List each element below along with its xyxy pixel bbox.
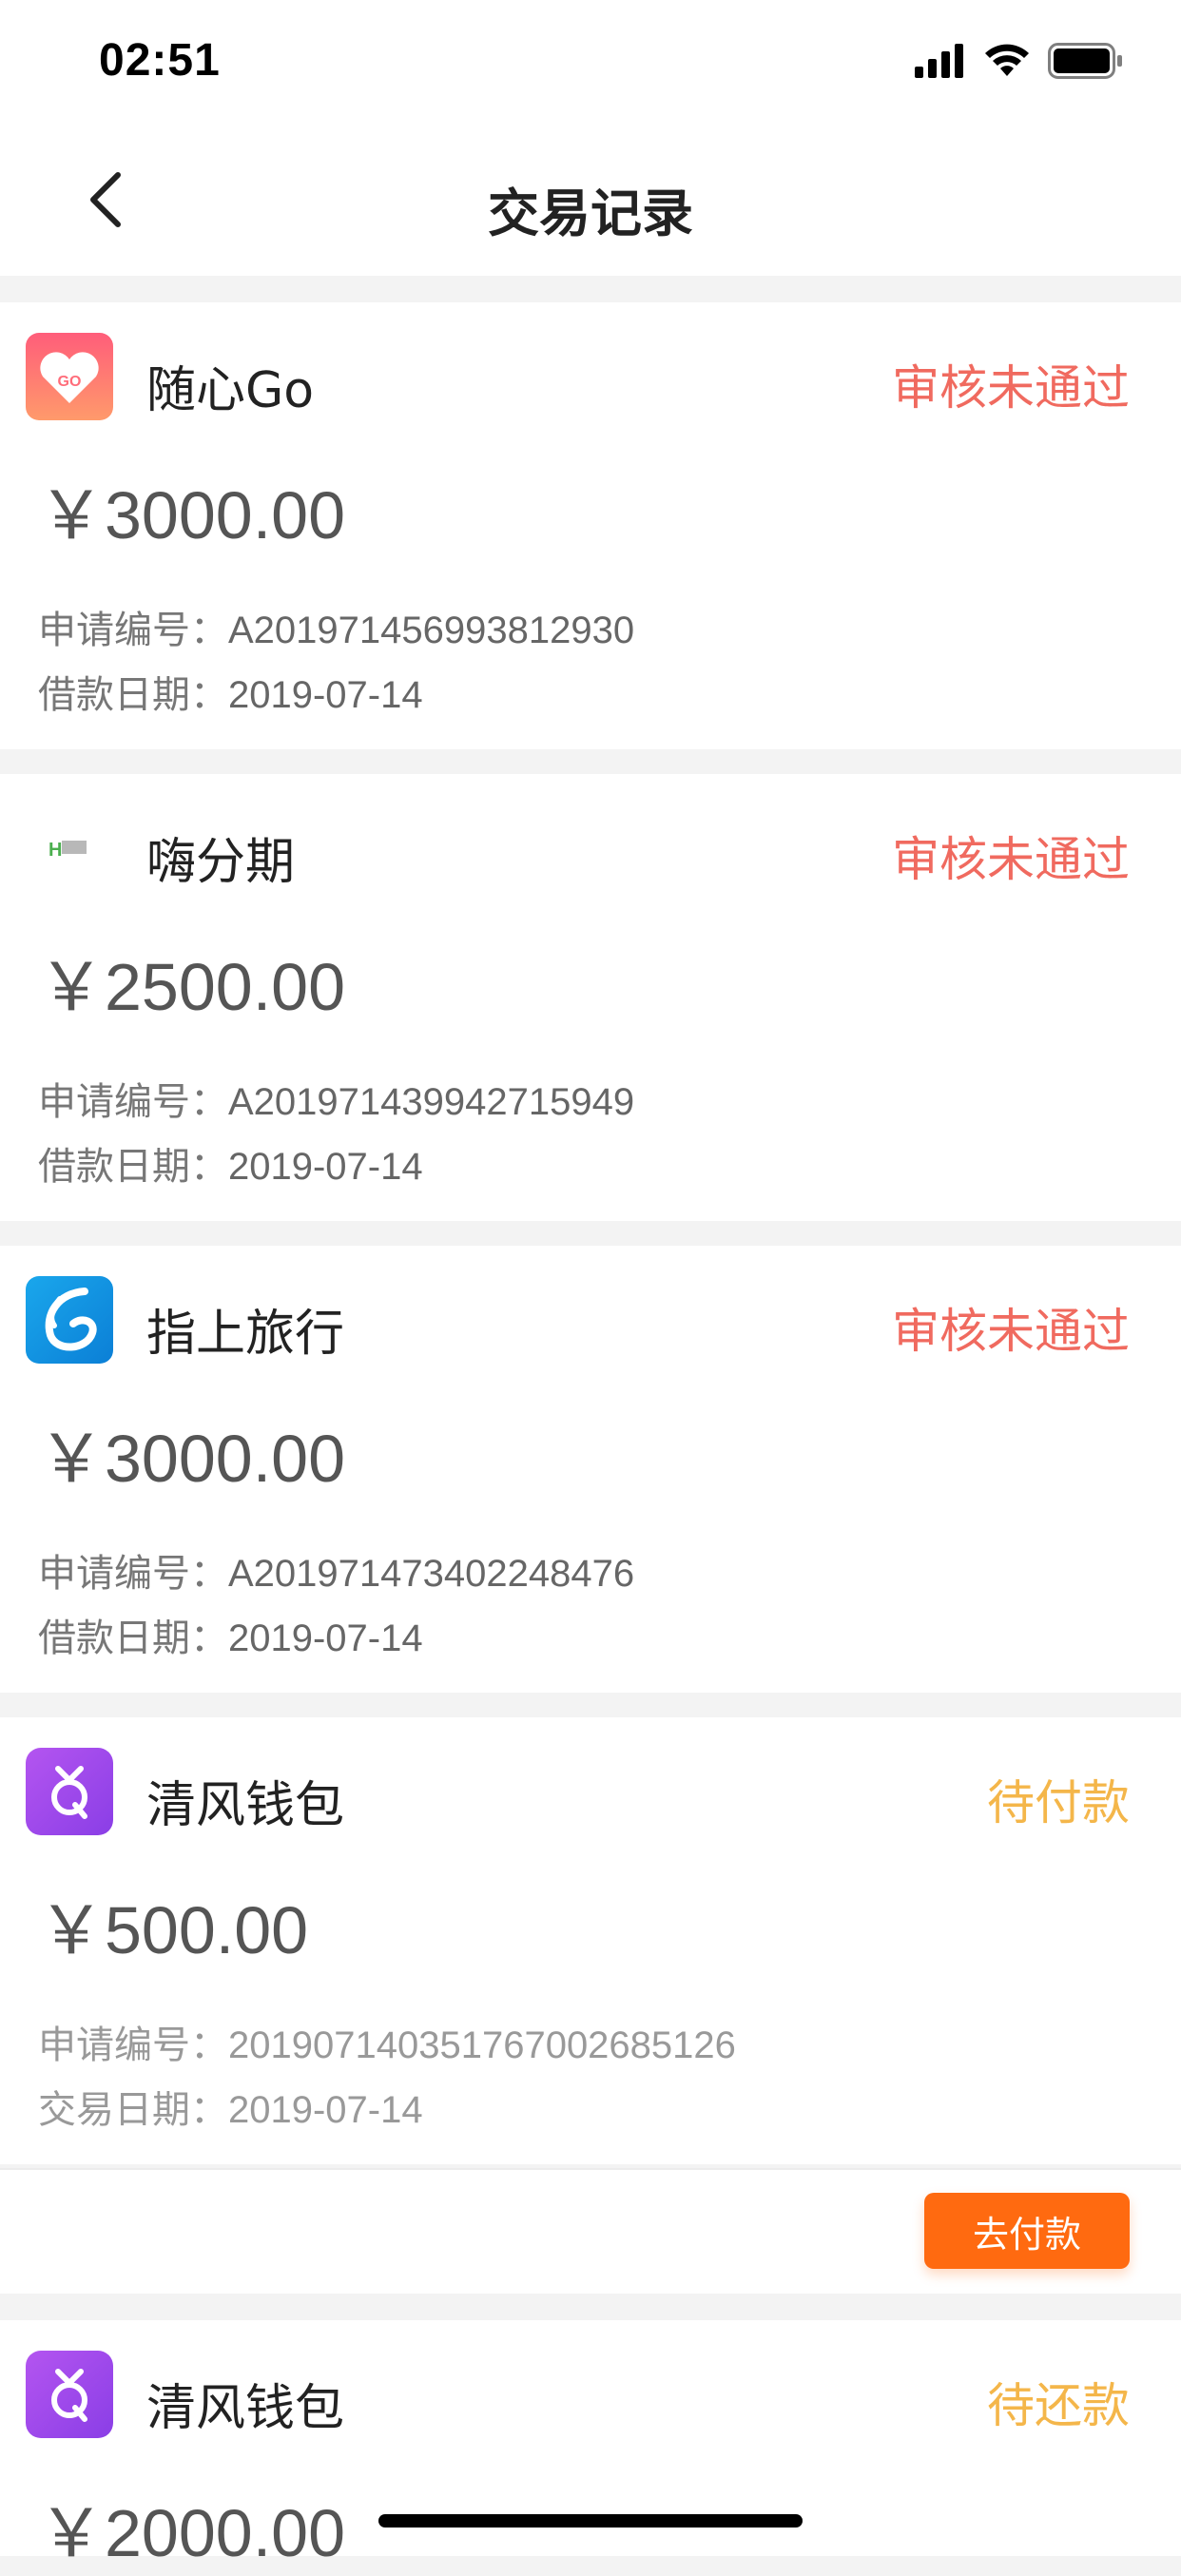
date-row: 借款日期：2019-07-14 [38,664,423,719]
merchant-name: 随心Go [146,362,315,419]
application-id-label: 申请编号： [38,1552,228,1596]
status-time: 02:51 [99,35,221,86]
transaction-card[interactable]: 指上旅行 审核未通过 ￥3000.00 申请编号：A20197147340224… [0,1246,1181,1693]
purple-q-icon [26,2351,113,2438]
date-row: 借款日期：2019-07-14 [38,1135,423,1191]
application-id-value: A201971473402248476 [228,1553,635,1595]
status-icons [915,42,1124,80]
page-title: 交易记录 [488,184,693,243]
date-label: 借款日期： [38,673,228,717]
hi-fenqi-icon: H [26,804,113,892]
home-indicator[interactable] [378,2514,803,2528]
amount: ￥2500.00 [38,950,346,1024]
application-id-row: 申请编号：A201971439942715949 [38,1071,634,1126]
application-id-row: 申请编号：20190714035176700268512​6 [38,2014,736,2069]
merchant-name: 清风钱包 [146,1777,345,1834]
application-id-value: A201971456993812930 [228,610,635,651]
date-value: 2019-07-14 [228,1617,423,1659]
application-id-label: 申请编号： [38,1080,228,1124]
merchant-name: 嗨分期 [146,834,296,891]
date-label: 交易日期： [38,2088,228,2132]
date-label: 借款日期： [38,1617,228,1660]
date-value: 2019-07-14 [228,2089,423,2131]
swirl-icon [26,1276,113,1364]
status-badge: 审核未通过 [892,360,1130,416]
cellular-signal-icon [915,44,963,78]
date-row: 交易日期：2019-07-14 [38,2079,423,2134]
application-id-value: 20190714035176700268512​6 [228,2024,736,2066]
merchant-name: 指上旅行 [146,1306,345,1363]
date-label: 借款日期： [38,1145,228,1189]
pay-button[interactable]: 去付款 [924,2193,1130,2269]
status-bar: 02:51 [0,0,1181,124]
status-badge: 待付款 [987,1775,1130,1830]
transaction-card[interactable]: 清风钱包 待付款 ￥500.00 申请编号：201907140351767002… [0,1717,1181,2164]
battery-icon [1048,43,1122,79]
wifi-icon [985,44,1029,76]
amount: ￥3000.00 [38,478,346,552]
svg-text:GO: GO [58,374,82,390]
nav-bar: 交易记录 [0,124,1181,276]
merchant-name: 清风钱包 [146,2380,345,2437]
status-badge: 待还款 [987,2378,1130,2433]
transaction-card[interactable]: H 嗨分期 审核未通过 ￥2500.00 申请编号：A2019714399427… [0,774,1181,1221]
application-id-row: 申请编号：A201971456993812930 [38,599,634,654]
application-id-value: A201971439942715949 [228,1081,635,1123]
heart-tag-icon: GO [26,333,113,420]
transaction-card[interactable]: GO 随心Go 审核未通过 ￥3000.00 申请编号：A20197145699… [0,302,1181,749]
date-value: 2019-07-14 [228,674,423,716]
purple-q-icon [26,1748,113,1835]
amount: ￥3000.00 [38,1422,346,1496]
card-action-bar: 去付款 [0,2168,1181,2294]
amount: ￥500.00 [38,1893,309,1967]
status-badge: 审核未通过 [892,832,1130,887]
application-id-label: 申请编号： [38,2024,228,2067]
date-value: 2019-07-14 [228,1146,423,1188]
date-row: 借款日期：2019-07-14 [38,1607,423,1662]
amount: ￥2000.00 [38,2496,346,2570]
status-badge: 审核未通过 [892,1304,1130,1359]
svg-text:H: H [48,840,62,861]
application-id-label: 申请编号： [38,609,228,652]
application-id-row: 申请编号：A201971473402248476 [38,1542,634,1598]
